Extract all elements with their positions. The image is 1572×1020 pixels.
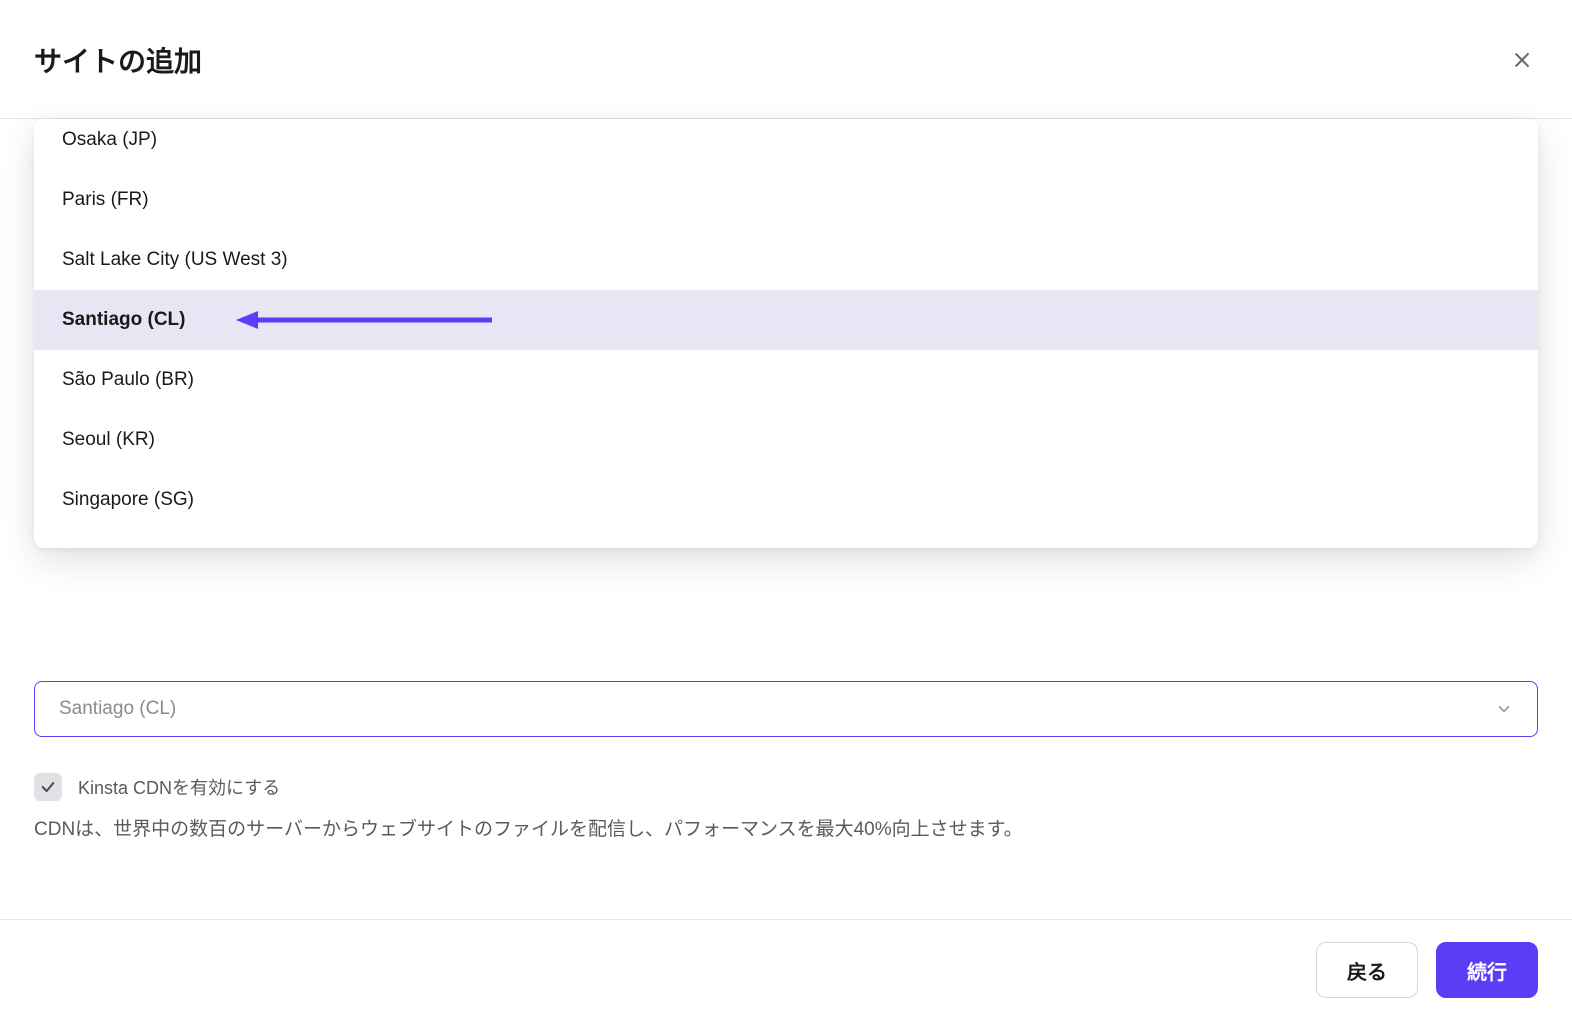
select-value: Santiago (CL) (59, 698, 176, 720)
dropdown-option-santiago[interactable]: Santiago (CL) (34, 290, 1538, 350)
dropdown-option-label: Singapore (SG) (62, 489, 194, 510)
modal-body: Osaka (JP) Paris (FR) Salt Lake City (US… (0, 119, 1572, 759)
dropdown-option-osaka[interactable]: Osaka (JP) (34, 129, 1538, 170)
check-icon (40, 779, 56, 795)
continue-button[interactable]: 続行 (1436, 942, 1538, 998)
arrow-left-icon (234, 308, 494, 332)
modal-header: サイトの追加 (0, 0, 1572, 119)
datacenter-select[interactable]: Santiago (CL) (34, 681, 1538, 737)
close-icon (1512, 50, 1532, 70)
dropdown-option-label: Paris (FR) (62, 189, 149, 210)
dropdown-option-label: Santiago (CL) (62, 309, 186, 330)
cdn-checkbox[interactable] (34, 773, 62, 801)
modal-footer: 戻る 続行 (0, 919, 1572, 1020)
back-button[interactable]: 戻る (1316, 942, 1418, 998)
cdn-checkbox-row: Kinsta CDNを有効にする (34, 773, 1538, 801)
dropdown-option-label: Salt Lake City (US West 3) (62, 249, 288, 270)
dropdown-option-singapore[interactable]: Singapore (SG) (34, 470, 1538, 530)
dropdown-option-label: Seoul (KR) (62, 429, 155, 450)
datacenter-dropdown-panel: Osaka (JP) Paris (FR) Salt Lake City (US… (34, 119, 1538, 548)
close-button[interactable] (1506, 44, 1538, 76)
dropdown-option-sao-paulo[interactable]: São Paulo (BR) (34, 350, 1538, 410)
dropdown-option-seoul[interactable]: Seoul (KR) (34, 410, 1538, 470)
cdn-description: CDNは、世界中の数百のサーバーからウェブサイトのファイルを配信し、パフォーマン… (34, 815, 1538, 845)
modal-title: サイトの追加 (34, 40, 202, 80)
dropdown-option-label: Osaka (JP) (62, 129, 157, 150)
dropdown-option-salt-lake-city[interactable]: Salt Lake City (US West 3) (34, 230, 1538, 290)
cdn-section: Kinsta CDNを有効にする CDNは、世界中の数百のサーバーからウェブサイ… (34, 773, 1538, 845)
dropdown-option-paris[interactable]: Paris (FR) (34, 170, 1538, 230)
chevron-down-icon (1495, 700, 1513, 718)
dropdown-option-label: São Paulo (BR) (62, 369, 194, 390)
cdn-checkbox-label: Kinsta CDNを有効にする (78, 774, 280, 800)
